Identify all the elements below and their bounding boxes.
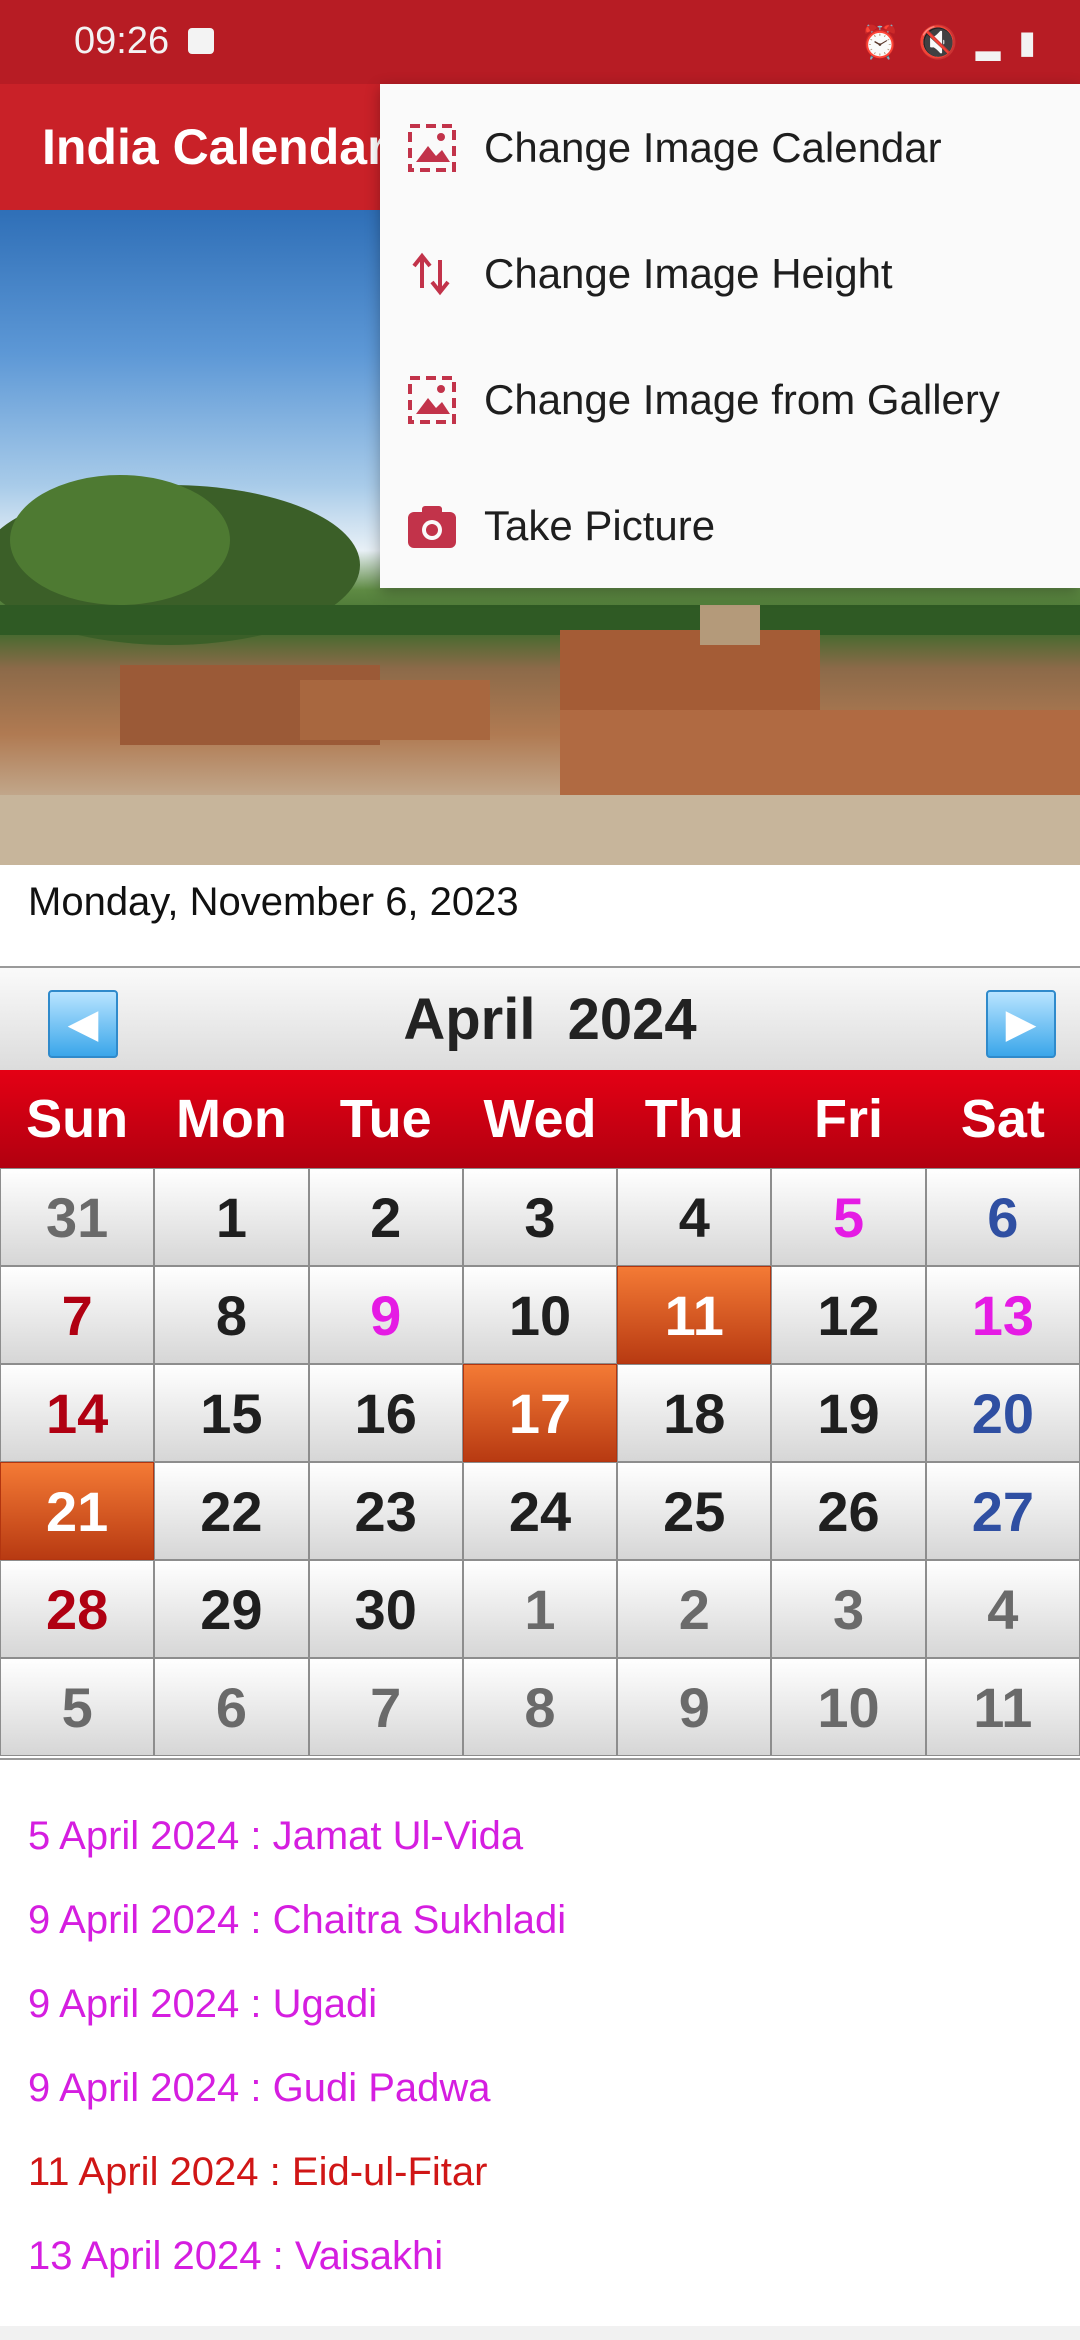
calendar-header: ◀ April 2024 ▶ bbox=[0, 968, 1080, 1070]
day-cell-holiday[interactable]: 11 bbox=[617, 1266, 772, 1364]
weekday-thu: Thu bbox=[644, 1089, 744, 1149]
tree-canopy-light bbox=[10, 475, 230, 605]
day-cell-saturday[interactable]: 20 bbox=[925, 1364, 1080, 1462]
weekday-fri: Fri bbox=[814, 1089, 884, 1149]
current-date: Monday, November 6, 2023 bbox=[28, 880, 519, 924]
day-cell-other-month[interactable]: 4 bbox=[925, 1560, 1080, 1658]
checkbox-notification-icon bbox=[188, 28, 214, 54]
calendar: ◀ April 2024 ▶ Sun Mon Tue Wed Thu Fri S… bbox=[0, 966, 1080, 1760]
arrow-right-icon: ▶ bbox=[1005, 1002, 1037, 1046]
event-item: 13 April 2024 : Vaisakhi bbox=[28, 2234, 444, 2278]
day-cell[interactable]: 25 bbox=[617, 1462, 772, 1560]
stupa-top bbox=[700, 605, 760, 645]
event-item: 9 April 2024 : Ugadi bbox=[28, 1982, 378, 2026]
ground bbox=[0, 795, 1080, 865]
brick-ruin-2 bbox=[300, 680, 490, 740]
day-cell-other-month[interactable]: 2 bbox=[617, 1560, 772, 1658]
menu-item-change-image-calendar[interactable]: Change Image Calendar bbox=[380, 84, 1080, 210]
menu-item-label: Change Image from Gallery bbox=[484, 376, 1000, 423]
day-cell-other-month[interactable]: 1 bbox=[462, 1560, 618, 1658]
menu-item-label: Change Image Calendar bbox=[484, 124, 942, 171]
day-cell[interactable]: 30 bbox=[308, 1560, 463, 1658]
event-item: 9 April 2024 : Chaitra Sukhladi bbox=[28, 1898, 567, 1942]
gallery-icon bbox=[408, 376, 456, 424]
month-label: April 2024 bbox=[403, 987, 697, 1052]
weekday-mon: Mon bbox=[175, 1089, 287, 1149]
menu-item-label: Change Image Height bbox=[484, 250, 893, 297]
weekday-row: Sun Mon Tue Wed Thu Fri Sat bbox=[0, 1070, 1080, 1168]
event-item: 11 April 2024 : Eid-ul-Fitar bbox=[28, 2150, 488, 2194]
day-cell[interactable]: 1 bbox=[154, 1168, 309, 1266]
day-cell-other-month[interactable]: 7 bbox=[308, 1658, 463, 1756]
day-cell[interactable]: 24 bbox=[462, 1462, 618, 1560]
image-icon bbox=[408, 124, 456, 172]
day-cell-saturday[interactable]: 6 bbox=[925, 1168, 1080, 1266]
status-time: 09:26 bbox=[74, 20, 170, 62]
menu-item-label: Take Picture bbox=[484, 502, 716, 549]
day-cell[interactable]: 22 bbox=[154, 1462, 309, 1560]
day-cell[interactable]: 10 bbox=[462, 1266, 618, 1364]
day-cell[interactable]: 18 bbox=[617, 1364, 772, 1462]
day-cell-other-month[interactable]: 5 bbox=[0, 1658, 155, 1756]
day-cell[interactable]: 12 bbox=[771, 1266, 926, 1364]
menu-item-change-image-height[interactable]: Change Image Height bbox=[380, 210, 1080, 336]
mute-icon: 🔇 bbox=[917, 24, 958, 60]
swap-vertical-icon bbox=[412, 252, 450, 296]
weekday-sun: Sun bbox=[26, 1089, 129, 1149]
day-cell[interactable]: 23 bbox=[308, 1462, 463, 1560]
app-title: India Calendar bbox=[42, 119, 387, 175]
day-cell[interactable]: 4 bbox=[617, 1168, 772, 1266]
event-item: 5 April 2024 : Jamat Ul-Vida bbox=[28, 1814, 524, 1858]
overflow-menu: Change Image Calendar Change Image Heigh… bbox=[380, 84, 1080, 588]
day-cell-other-month[interactable]: 8 bbox=[462, 1658, 618, 1756]
day-cell-sunday[interactable]: 28 bbox=[0, 1560, 155, 1658]
signal-icon: ▂ bbox=[975, 24, 1001, 60]
menu-item-change-image-gallery[interactable]: Change Image from Gallery bbox=[380, 336, 1080, 462]
day-cell-sunday[interactable]: 7 bbox=[0, 1266, 155, 1364]
day-cell-festival[interactable]: 13 bbox=[925, 1266, 1080, 1364]
event-item: 9 April 2024 : Gudi Padwa bbox=[28, 2066, 491, 2110]
weekday-wed: Wed bbox=[483, 1089, 597, 1149]
day-cell[interactable]: 26 bbox=[771, 1462, 926, 1560]
status-bar: 09:26 ⏰ 🔇 ▂ ▮ bbox=[0, 0, 1080, 84]
weekday-sat: Sat bbox=[960, 1089, 1045, 1149]
day-cell-saturday[interactable]: 27 bbox=[925, 1462, 1080, 1560]
battery-icon: ▮ bbox=[1018, 24, 1036, 60]
day-grid: 31 1 2 3 4 5 6 7 8 9 10 11 12 13 14 15 1… bbox=[0, 1168, 1080, 1756]
day-cell[interactable]: 31 bbox=[0, 1168, 155, 1266]
day-cell-holiday[interactable]: 21 bbox=[0, 1462, 155, 1560]
day-cell[interactable]: 15 bbox=[154, 1364, 309, 1462]
day-cell[interactable]: 3 bbox=[462, 1168, 618, 1266]
camera-icon bbox=[408, 506, 456, 548]
day-cell[interactable]: 29 bbox=[154, 1560, 309, 1658]
day-cell-sunday[interactable]: 14 bbox=[0, 1364, 155, 1462]
day-cell-other-month[interactable]: 9 bbox=[617, 1658, 772, 1756]
brick-platform bbox=[560, 710, 1080, 795]
day-cell-other-month[interactable]: 6 bbox=[154, 1658, 309, 1756]
day-cell[interactable]: 8 bbox=[154, 1266, 309, 1364]
day-cell-festival[interactable]: 9 bbox=[308, 1266, 463, 1364]
bottom-strip bbox=[0, 2326, 1080, 2340]
day-cell-other-month[interactable]: 3 bbox=[771, 1560, 926, 1658]
weekday-tue: Tue bbox=[339, 1089, 432, 1149]
day-cell-other-month[interactable]: 11 bbox=[925, 1658, 1080, 1756]
status-icons: ⏰ 🔇 ▂ ▮ bbox=[860, 22, 1036, 62]
menu-item-take-picture[interactable]: Take Picture bbox=[380, 462, 1080, 588]
hedge bbox=[0, 605, 1080, 635]
day-cell-festival[interactable]: 5 bbox=[771, 1168, 926, 1266]
day-cell[interactable]: 19 bbox=[771, 1364, 926, 1462]
event-list: 5 April 2024 : Jamat Ul-Vida 9 April 202… bbox=[28, 1814, 566, 2318]
day-cell-other-month[interactable]: 10 bbox=[771, 1658, 926, 1756]
next-month-button[interactable]: ▶ bbox=[986, 990, 1056, 1058]
day-cell-holiday[interactable]: 17 bbox=[462, 1364, 618, 1462]
day-cell[interactable]: 16 bbox=[308, 1364, 463, 1462]
alarm-icon: ⏰ bbox=[860, 24, 900, 60]
day-cell[interactable]: 2 bbox=[308, 1168, 463, 1266]
